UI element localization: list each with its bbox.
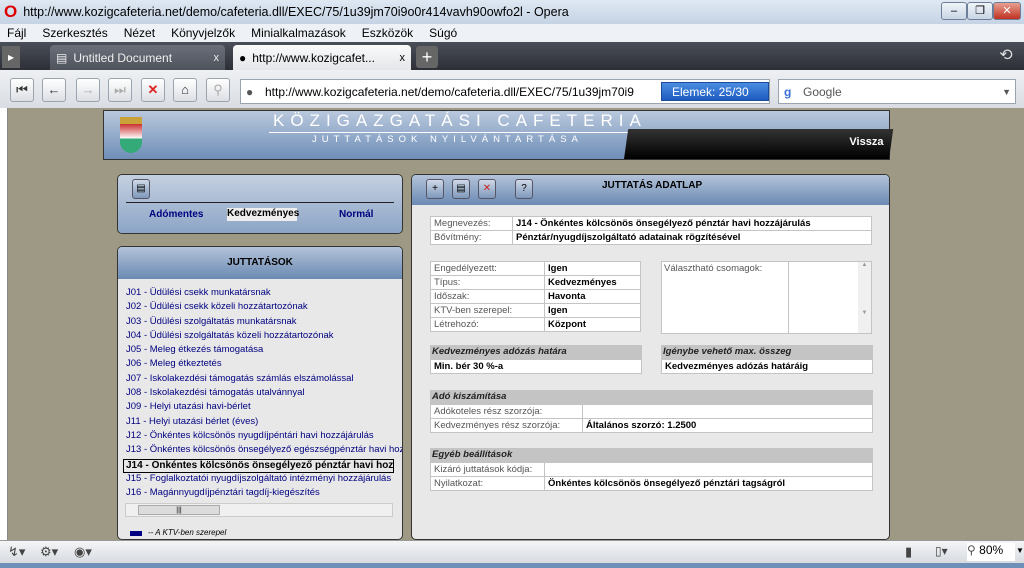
list-item[interactable]: J03 - Üdülési szolgáltatás munkatársnak (118, 316, 402, 330)
side-panel-edge (0, 108, 8, 540)
mode-kedvezmenyes[interactable]: Kedvezményes (227, 208, 299, 221)
packages-list[interactable] (788, 262, 860, 333)
print-icon[interactable]: ▤ (132, 179, 150, 199)
menu-edit[interactable]: Szerkesztés (42, 26, 107, 40)
list-item[interactable]: J02 - Üdülési csekk közeli hozzátartozón… (118, 301, 402, 315)
list-item[interactable]: J05 - Meleg étkezés támogatása (118, 344, 402, 358)
list-item[interactable]: J12 - Önkéntes kölcsönös nyugdíjpéntári … (118, 430, 402, 444)
benefits-list: J01 - Üdülési csekk munkatársnak J02 - Ü… (118, 279, 402, 501)
scrollbar-thumb[interactable]: ||| (138, 505, 220, 515)
turbo-icon[interactable]: ◉▾ (74, 544, 92, 560)
site-subtitle: JUTTATÁSOK NYILVÁNTARTÁSA (312, 134, 583, 145)
benefits-list-panel: JUTTATÁSOK J01 - Üdülési csekk munkatárs… (117, 246, 403, 540)
benefit-detail-panel: + ▤ ✕ ? JUTTATÁS ADATLAP Megnevezés: J14 … (411, 174, 890, 540)
unite-icon[interactable]: ⚙▾ (40, 544, 58, 560)
title-bar: O http://www.kozigcafeteria.net/demo/caf… (0, 0, 1024, 24)
window-title: http://www.kozigcafeteria.net/demo/cafet… (23, 5, 569, 19)
new-tab-button[interactable]: + (416, 46, 438, 68)
mode-normal[interactable]: Normál (339, 209, 373, 220)
tab-close-icon[interactable]: x (214, 52, 220, 64)
trash-icon[interactable]: ⟲ (993, 45, 1019, 69)
list-item[interactable]: J13 - Önkéntes kölcsönös önsegélyező egé… (118, 444, 402, 458)
google-icon: g (784, 84, 792, 99)
mode-panel: ▤ Adómentes Kedvezményes Normál (117, 174, 403, 234)
list-item[interactable]: J06 - Meleg étkeztetés (118, 358, 402, 372)
tax-limit-value: Min. bér 30 %-a (430, 359, 642, 374)
rewind-icon[interactable]: ⏮ (10, 78, 34, 102)
horizontal-scrollbar[interactable]: ||| (125, 503, 393, 517)
opera-logo-icon: O (4, 2, 18, 21)
coat-of-arms-icon (120, 117, 142, 153)
menu-widgets[interactable]: Minialkalmazások (251, 26, 346, 40)
back-link[interactable]: Vissza (624, 129, 894, 159)
view-icon[interactable]: ▯▾ (935, 544, 948, 558)
sync-icon[interactable]: ↯▾ (8, 544, 25, 560)
stop-icon[interactable]: ✕ (141, 78, 165, 102)
delete-icon[interactable]: ✕ (478, 179, 496, 199)
legend-text: -- A KTV-ben szerepel (148, 528, 227, 537)
back-icon[interactable]: ← (42, 78, 66, 102)
list-item[interactable]: J01 - Üdülési csekk munkatársnak (118, 287, 402, 301)
list-item[interactable]: J08 - Iskolakezdési támogatás utalvánnya… (118, 387, 402, 401)
detail-title: JUTTATÁS ADATLAP (602, 180, 703, 191)
menu-bar: Fájl Szerkesztés Nézet Könyvjelzők Minia… (0, 24, 1024, 42)
restore-button[interactable]: ❐ (967, 2, 993, 20)
home-icon[interactable]: ⌂ (173, 78, 197, 102)
menu-bookmarks[interactable]: Könyvjelzők (171, 26, 235, 40)
mode-adomentes[interactable]: Adómentes (149, 209, 203, 220)
legend-swatch (130, 531, 142, 536)
list-title: JUTTATÁSOK (118, 247, 402, 279)
site-title: KÖZIGAZGATÁSI CAFETERIA (269, 111, 651, 133)
forward-icon[interactable]: → (76, 78, 100, 102)
add-icon[interactable]: + (426, 179, 444, 199)
list-item[interactable]: J16 - Magánnyugdíjpénztári tagdíj-kiegés… (118, 487, 402, 501)
packages-box: Választható csomagok: ▲ ▼ (661, 261, 872, 334)
status-bar: ↯▾ ⚙▾ ◉▾ ▮ ▯▾ ⚲ 80% ▼ (0, 540, 1024, 564)
chevron-down-icon[interactable]: ▼ (1016, 546, 1024, 555)
address-bar[interactable]: ● http://www.kozigcafeteria.net/demo/caf… (240, 79, 770, 104)
list-item[interactable]: J15 - Foglalkoztatói nyugdíjszolgáltató … (118, 473, 402, 487)
menu-help[interactable]: Súgó (429, 26, 457, 40)
help-icon[interactable]: ? (515, 179, 533, 199)
panel-toggle-icon[interactable]: ▸ (2, 46, 20, 68)
other-settings-table: Kizáró juttatások kódja: Nyilatkozat: Önk… (430, 462, 873, 491)
menu-view[interactable]: Nézet (124, 26, 155, 40)
chevron-down-icon[interactable]: ▼ (1002, 87, 1011, 97)
list-item[interactable]: J09 - Helyi utazási havi-bérlet (118, 401, 402, 415)
max-amount-value: Kedvezményes adózás határáig (661, 359, 873, 374)
benefit-name: J14 - Önkéntes kölcsönös önsegélyező pén… (512, 216, 872, 231)
tab-close-icon[interactable]: x (400, 52, 406, 64)
list-item[interactable]: J04 - Üdülési szolgáltatás közeli hozzát… (118, 330, 402, 344)
name-table: Megnevezés: J14 - Önkéntes kölcsönös önse… (430, 216, 872, 245)
list-item[interactable]: J11 - Helyi utazási bérlet (éves) (118, 416, 402, 430)
list-item[interactable]: J07 - Iskolakezdési támogatás számlás el… (118, 373, 402, 387)
minimize-button[interactable]: – (941, 2, 967, 20)
page-icon: ● (246, 84, 254, 99)
properties-table: Engedélyezett: Igen Típus: Kedvezményes Id… (430, 261, 641, 332)
page-icon: ● (239, 50, 247, 65)
document-icon: ▤ (56, 50, 68, 65)
fast-forward-icon[interactable]: ⏭ (108, 78, 132, 102)
tab-active[interactable]: ● http://www.kozigcafet... x (233, 45, 411, 70)
taskbar (0, 563, 1024, 568)
tab-bar: ▸ ▤ Untitled Document x ● http://www.kozigc… (0, 42, 1024, 70)
list-item-selected[interactable]: J14 - Önkéntes kölcsönös önsegélyező pén… (123, 458, 394, 473)
menu-tools[interactable]: Eszközök (362, 26, 413, 40)
tax-table: Adókoteles rész szorzója: Kedvezményes r… (430, 404, 873, 433)
zoom-icon: ⚲ (967, 543, 976, 557)
close-button[interactable]: ✕ (993, 2, 1021, 20)
zoom-control[interactable]: ⚲ 80% (967, 543, 1015, 561)
key-icon[interactable]: ⚲ (206, 78, 230, 102)
tab-untitled-document[interactable]: ▤ Untitled Document x (50, 45, 225, 70)
panel-icon[interactable]: ▮ (905, 544, 912, 560)
vertical-scrollbar[interactable]: ▲ ▼ (858, 262, 871, 333)
search-input[interactable]: g Google ▼ (778, 79, 1016, 104)
edit-icon[interactable]: ▤ (452, 179, 470, 199)
menu-file[interactable]: Fájl (7, 26, 26, 40)
elements-badge: Elemek: 25/30 (661, 82, 769, 101)
site-header: KÖZIGAZGATÁSI CAFETERIA JUTTATÁSOK NYILV… (103, 110, 894, 160)
